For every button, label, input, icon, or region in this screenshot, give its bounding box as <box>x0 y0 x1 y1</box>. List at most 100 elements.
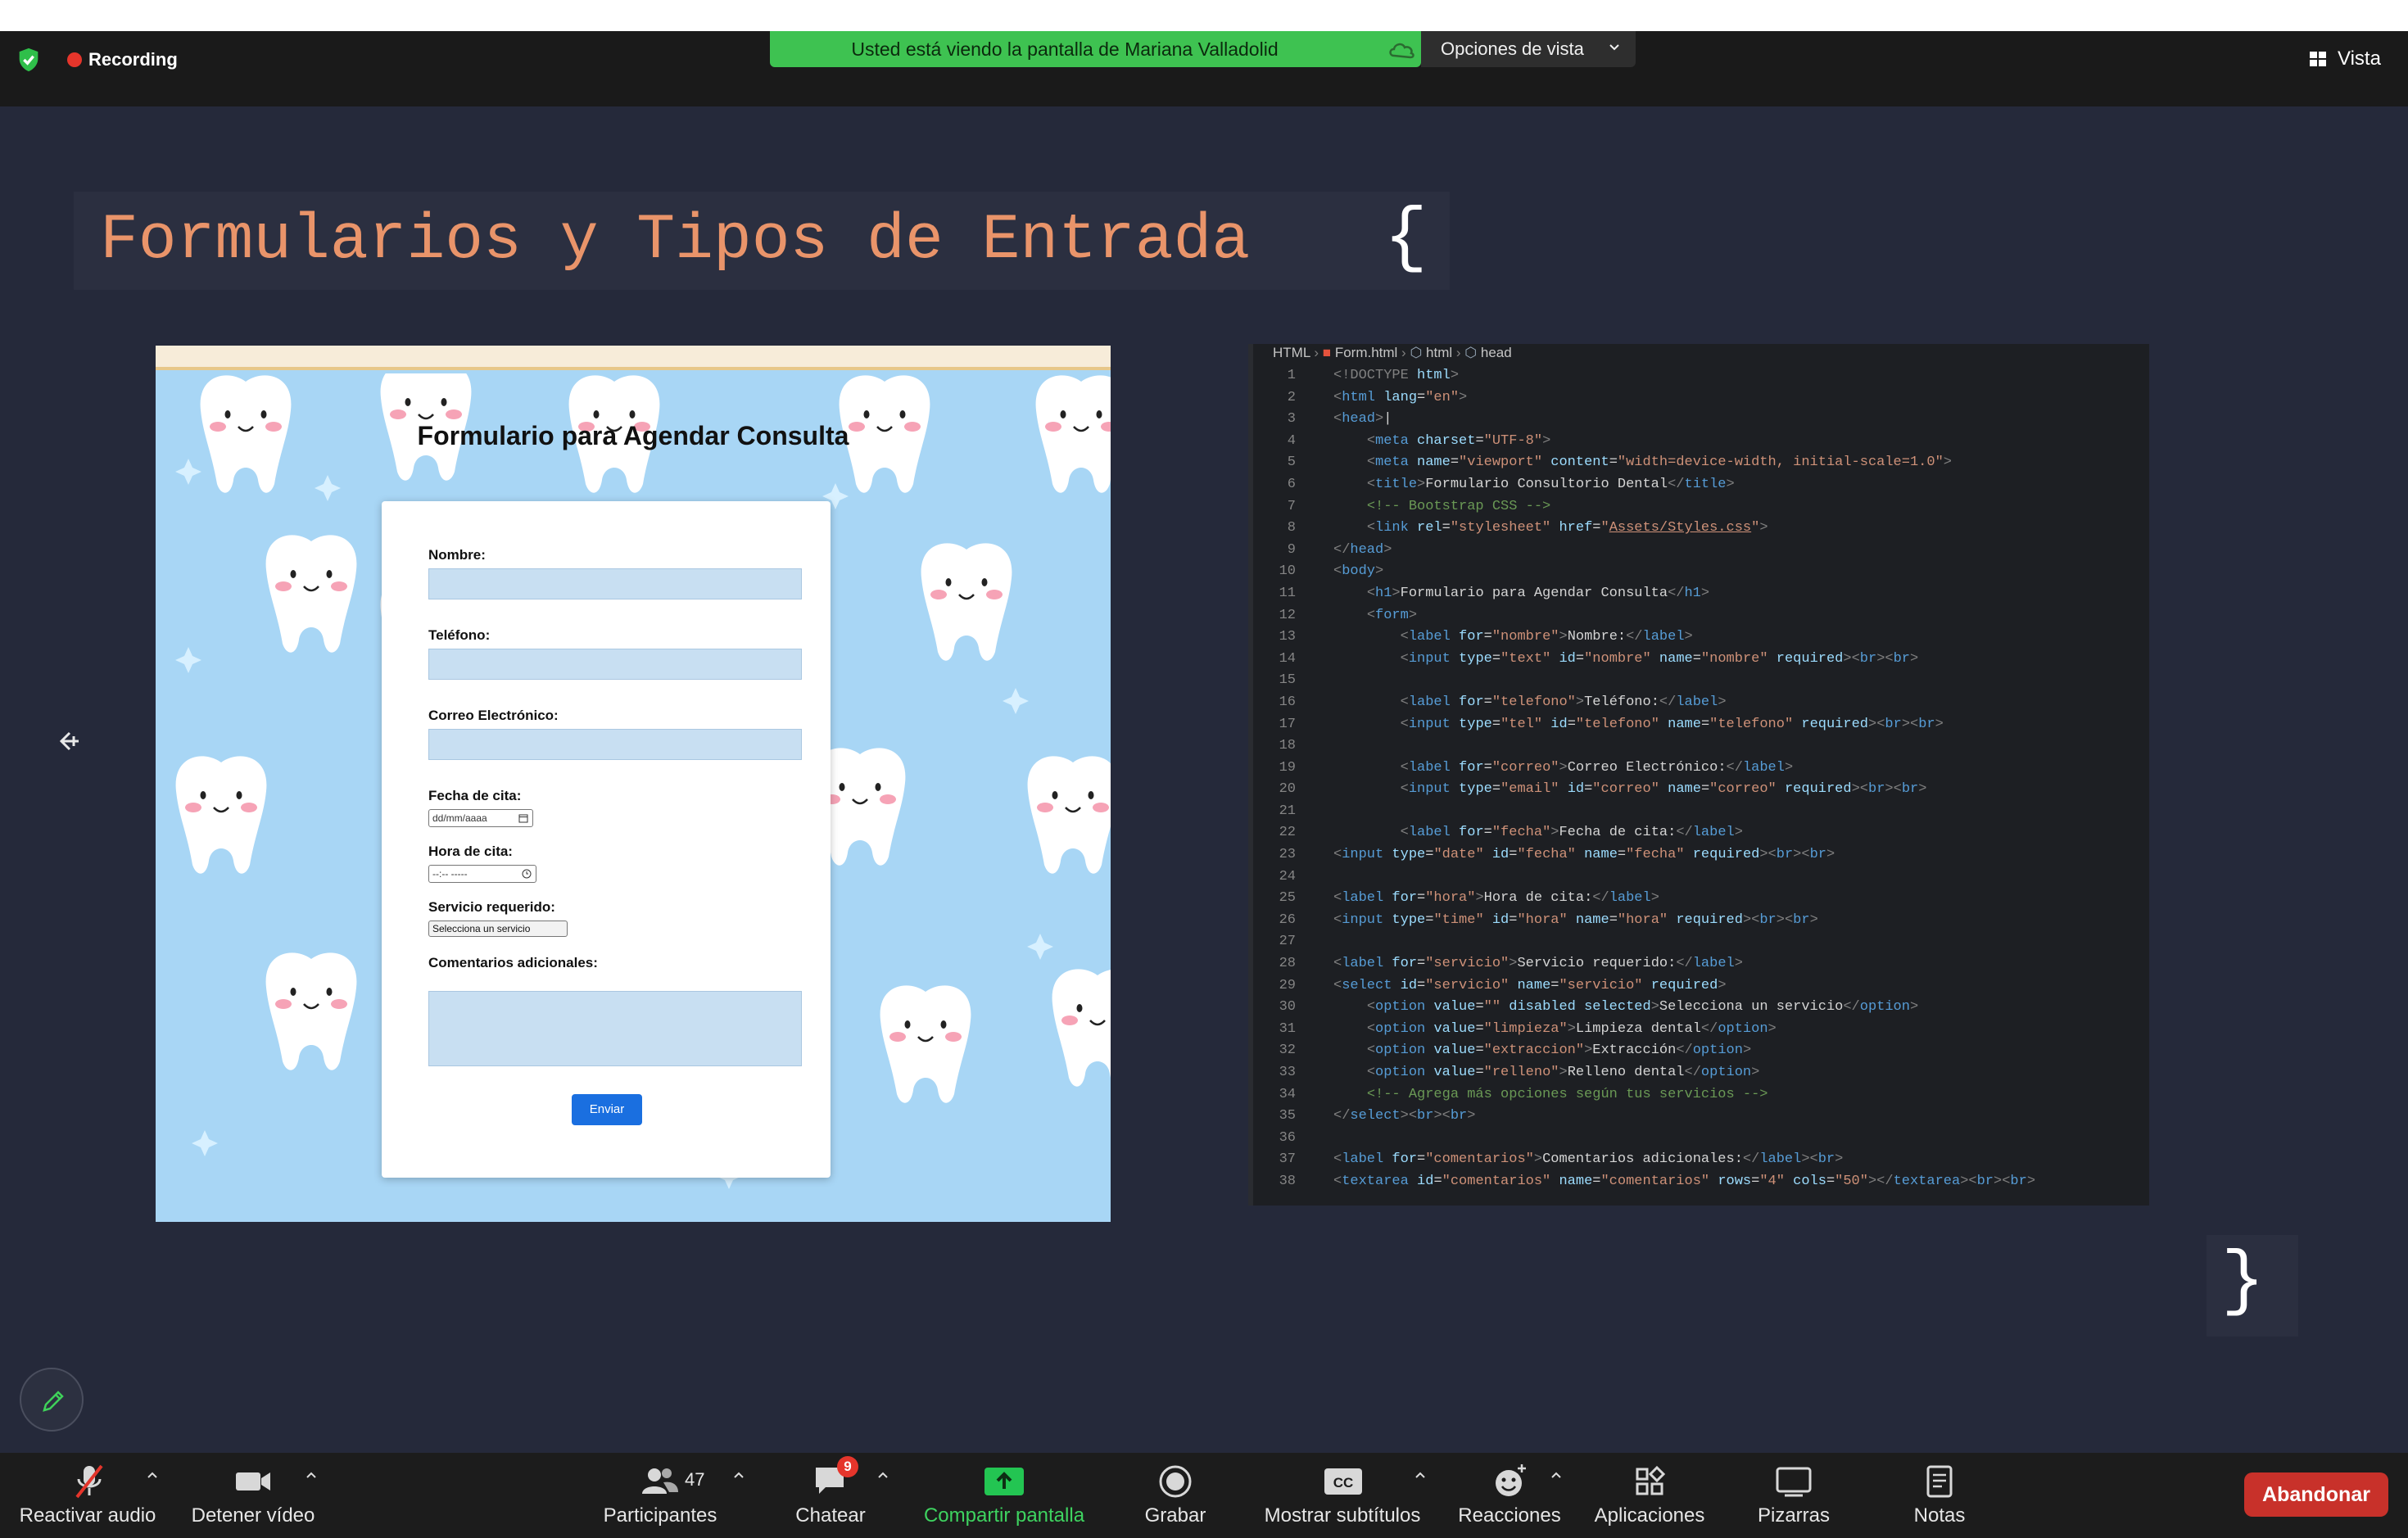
chat-label: Chatear <box>795 1504 866 1527</box>
code-line: 33 <option value="relleno">Relleno denta… <box>1248 1062 2149 1084</box>
cloud-icon <box>1389 43 1414 59</box>
line-number: 7 <box>1287 498 1296 514</box>
shield-check-icon[interactable] <box>15 46 43 74</box>
code-line: 25 <label for="hora">Hora de cita:</label… <box>1248 888 2149 910</box>
mic-muted-icon <box>75 1464 103 1499</box>
show-captions-button[interactable]: CC Mostrar subtítulos <box>1255 1453 1430 1538</box>
label-servicio: Servicio requerido: <box>428 899 555 915</box>
code-line: 21 <box>1248 801 2149 823</box>
line-number: 2 <box>1287 389 1296 405</box>
line-number: 35 <box>1279 1108 1296 1124</box>
line-number: 38 <box>1279 1173 1296 1189</box>
chat-caret-icon[interactable] <box>876 1469 889 1481</box>
view-options-label: Opciones de vista <box>1441 38 1584 59</box>
apps-icon <box>1636 1465 1666 1495</box>
line-number: 26 <box>1279 911 1296 928</box>
unmute-audio-button[interactable]: Reactivar audio <box>5 1453 170 1538</box>
code-text: <input type="time" id="hora" name="hora"… <box>1333 911 1818 928</box>
code-line: 15 <box>1248 670 2149 692</box>
label-comentarios: Comentarios adicionales: <box>428 955 598 970</box>
code-text: <label for="telefono">Teléfono:</label> <box>1400 694 1727 710</box>
line-number: 32 <box>1279 1043 1296 1059</box>
code-line: 3 <head>| <box>1248 409 2149 431</box>
video-options-caret-icon[interactable] <box>305 1469 318 1481</box>
code-line: 19 <label for="correo">Correo Electrónic… <box>1248 758 2149 780</box>
line-number: 21 <box>1279 803 1296 819</box>
code-text: <input type="text" id="nombre" name="nom… <box>1400 650 1919 667</box>
line-number: 34 <box>1279 1086 1296 1102</box>
line-number: 30 <box>1279 999 1296 1016</box>
line-number: 4 <box>1287 432 1296 449</box>
leave-meeting-button[interactable]: Abandonar <box>2244 1472 2388 1517</box>
reactions-button[interactable]: Reacciones <box>1450 1453 1569 1538</box>
code-text: <meta charset="UTF-8"> <box>1366 432 1551 449</box>
code-line: 28 <label for="servicio">Servicio requeri… <box>1248 953 2149 975</box>
recording-label[interactable]: Recording <box>88 47 178 72</box>
whiteboards-button[interactable]: Pizarras <box>1745 1453 1843 1538</box>
line-number: 14 <box>1279 650 1296 667</box>
recording-dot-icon <box>67 52 82 67</box>
apps-button[interactable]: Aplicaciones <box>1586 1453 1713 1538</box>
code-line: 30 <option value="" disabled selected>Se… <box>1248 997 2149 1019</box>
view-button[interactable]: Vista <box>2310 44 2381 74</box>
line-number: 15 <box>1279 672 1296 689</box>
code-line: 26 <input type="time" id="hora" name="hor… <box>1248 910 2149 932</box>
input-nombre[interactable] <box>428 568 802 599</box>
form-heading: Formulario para Agendar Consulta <box>417 421 849 450</box>
code-text: <link rel="stylesheet" href="Assets/Styl… <box>1366 520 1768 536</box>
code-line: 18 <box>1248 735 2149 758</box>
tooth-illustration <box>921 543 1012 661</box>
participants-button[interactable]: 47 Participantes <box>593 1453 727 1538</box>
sparkle-decoration <box>175 459 201 485</box>
pencil-icon <box>43 1391 64 1412</box>
code-line: 4 <meta charset="UTF-8"> <box>1248 431 2149 453</box>
line-number: 1 <box>1287 368 1296 383</box>
arrow-back-icon[interactable] <box>56 727 84 755</box>
code-text: <!-- Bootstrap CSS --> <box>1366 498 1551 514</box>
captions-caret-icon[interactable] <box>1414 1469 1427 1481</box>
audio-options-caret-icon[interactable] <box>146 1469 159 1481</box>
code-line: 29 <select id="servicio" name="servicio" … <box>1248 975 2149 997</box>
breadcrumb-item: html <box>1426 345 1453 360</box>
calendar-icon <box>518 814 528 823</box>
submit-button[interactable]: Enviar <box>572 1094 642 1125</box>
code-line: 24 <box>1248 866 2149 889</box>
line-number: 25 <box>1279 890 1296 907</box>
input-hora[interactable]: --:-- ----- <box>428 865 536 883</box>
annotate-button[interactable] <box>20 1368 84 1432</box>
share-screen-button[interactable]: Compartir pantalla <box>909 1453 1099 1538</box>
chat-button[interactable]: 9 Chatear <box>770 1453 891 1538</box>
code-text: <body> <box>1333 563 1384 580</box>
code-text: <!-- Agrega más opciones según tus servi… <box>1366 1086 1768 1102</box>
select-servicio[interactable]: Selecciona un servicio <box>428 921 568 937</box>
record-button[interactable]: Grabar <box>1130 1453 1220 1538</box>
code-text: <option value="relleno">Relleno dental</… <box>1366 1065 1760 1080</box>
code-line: 7 <!-- Bootstrap CSS --> <box>1248 496 2149 518</box>
code-line: 2 <html lang="en"> <box>1248 387 2149 409</box>
code-text: <input type="tel" id="telefono" name="te… <box>1400 716 1944 732</box>
code-line: 12 <form> <box>1248 605 2149 627</box>
participants-icon <box>642 1468 678 1494</box>
grid-view-icon <box>2310 52 2326 66</box>
code-text: <label for="hora">Hora de cita:</label> <box>1333 890 1659 907</box>
record-icon <box>1159 1465 1192 1498</box>
line-number: 9 <box>1287 541 1296 558</box>
sparkle-decoration <box>315 475 341 501</box>
notes-button[interactable]: Notas <box>1899 1453 1980 1538</box>
view-options-dropdown[interactable]: Opciones de vista <box>1421 31 1636 67</box>
code-line: 10 <body> <box>1248 561 2149 583</box>
slide-open-brace: { <box>1384 198 1428 279</box>
line-number: 10 <box>1279 563 1296 580</box>
share-screen-icon <box>984 1468 1024 1495</box>
textarea-comentarios[interactable] <box>428 991 802 1066</box>
input-telefono[interactable] <box>428 649 802 680</box>
code-line: 11 <h1>Formulario para Agendar Consulta<… <box>1248 583 2149 605</box>
participants-caret-icon[interactable] <box>732 1469 745 1481</box>
input-correo[interactable] <box>428 729 802 760</box>
stop-video-button[interactable]: Detener vídeo <box>179 1453 328 1538</box>
line-number: 11 <box>1279 585 1296 601</box>
input-fecha[interactable]: dd/mm/aaaa <box>428 809 533 827</box>
hora-placeholder: --:-- ----- <box>432 868 468 880</box>
reactions-caret-icon[interactable] <box>1550 1469 1563 1481</box>
unmute-audio-label: Reactivar audio <box>19 1504 156 1527</box>
